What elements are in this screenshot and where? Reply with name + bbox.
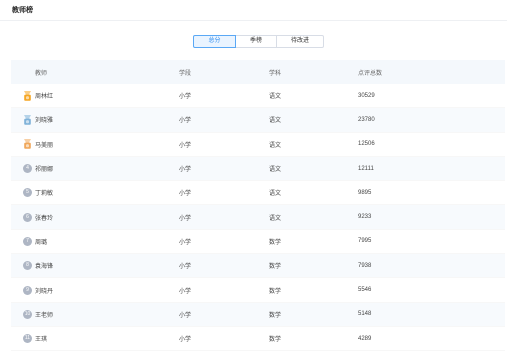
teacher-name: 周璐: [35, 239, 48, 246]
teacher-name: 王琪: [35, 337, 48, 344]
tab-total[interactable]: 总分: [193, 35, 236, 48]
cell-score: 4289: [358, 335, 372, 342]
table-row: 刘晓雅 小学 语文 23780: [11, 108, 505, 133]
column-header-subject: 学科: [269, 70, 282, 77]
table-header: 教师 学段 学科 点评总数: [11, 60, 505, 84]
cell-score: 5148: [358, 311, 372, 318]
teacher-name: 袁海锋: [35, 264, 54, 271]
cell-school: 小学: [179, 191, 192, 198]
cell-score: 12111: [358, 165, 374, 172]
page-title: 教师榜: [12, 7, 33, 14]
cell-school: 小学: [179, 264, 192, 271]
tab-group: 总分 季榜 待改进: [193, 35, 324, 48]
cell-score: 12506: [358, 141, 375, 148]
cell-score: 9895: [358, 189, 372, 196]
teacher-name: 张春玲: [35, 215, 54, 222]
teacher-name: 丁莉敏: [35, 191, 54, 198]
teacher-name: 周林红: [35, 94, 54, 101]
column-header-school: 学段: [179, 70, 192, 77]
column-header-score: 点评总数: [358, 70, 383, 77]
cell-subject: 数学: [269, 239, 282, 246]
table-row: 马美丽 小学 语文 12506: [11, 133, 505, 157]
cell-subject: 数学: [269, 337, 282, 344]
cell-subject: 数学: [269, 288, 282, 295]
cell-subject: 语文: [269, 142, 282, 149]
cell-school: 小学: [179, 142, 192, 149]
cell-subject: 数学: [269, 264, 282, 271]
cell-teacher: 8 袁海锋: [23, 254, 53, 277]
cell-score: 7938: [358, 262, 372, 269]
cell-school: 小学: [179, 337, 192, 344]
cell-subject: 语文: [269, 191, 282, 198]
cell-teacher: 刘晓雅: [23, 108, 53, 131]
bronze-medal-icon: [23, 139, 32, 150]
table-row: 4 祁丽娜 小学 语文 12111: [11, 156, 505, 182]
table-row: 10 王老师 小学 数学 5148: [11, 302, 505, 327]
teacher-name: 祁丽娜: [35, 167, 54, 174]
cell-subject: 语文: [269, 167, 282, 174]
gold-medal-icon: [23, 90, 32, 101]
cell-score: 5546: [358, 287, 372, 294]
cell-teacher: 11 王琪: [23, 327, 47, 350]
cell-score: 7995: [358, 238, 372, 245]
cell-teacher: 周林红: [23, 84, 53, 107]
table-row: 9 刘晓丹 小学 数学 5546: [11, 278, 505, 303]
table-row: 周林红 小学 语文 30529: [11, 84, 505, 109]
tab-season[interactable]: 季榜: [235, 35, 277, 48]
cell-school: 小学: [179, 288, 192, 295]
cell-school: 小学: [179, 239, 192, 246]
table-row: 5 丁莉敏 小学 语文 9895: [11, 181, 505, 206]
cell-teacher: 7 周璐: [23, 230, 47, 253]
cell-school: 小学: [179, 312, 192, 319]
cell-subject: 语文: [269, 118, 282, 125]
table-row: 8 袁海锋 小学 数学 7938: [11, 254, 505, 279]
teacher-name: 刘晓雅: [35, 118, 54, 125]
cell-teacher: 6 张春玲: [23, 205, 53, 228]
cell-school: 小学: [179, 167, 192, 174]
tab-to-improve[interactable]: 待改进: [276, 35, 324, 48]
teacher-name: 王老师: [35, 312, 54, 319]
cell-teacher: 5 丁莉敏: [23, 181, 53, 204]
page-header: 教师榜: [0, 0, 507, 21]
cell-school: 小学: [179, 94, 192, 101]
rank-badge: 10: [23, 309, 32, 319]
column-header-teacher: 教师: [35, 70, 48, 77]
cell-teacher: 马美丽: [23, 133, 53, 156]
table-row: 7 周璐 小学 数学 7995: [11, 230, 505, 255]
cell-teacher: 4 祁丽娜: [23, 157, 53, 180]
cell-teacher: 10 王老师: [23, 303, 53, 326]
rank-badge: 6: [23, 212, 32, 222]
teacher-name: 马美丽: [35, 142, 54, 149]
rank-badge: 9: [23, 285, 32, 295]
cell-school: 小学: [179, 118, 192, 125]
teacher-name: 刘晓丹: [35, 288, 54, 295]
table-row: 6 张春玲 小学 语文 9233: [11, 205, 505, 230]
table-row: 11 王琪 小学 数学 4289: [11, 327, 505, 352]
ranking-table: 教师 学段 学科 点评总数 周林红 小学 语文 30529 刘晓雅 小学 语文 23780 马美…: [11, 60, 505, 352]
cell-teacher: 9 刘晓丹: [23, 278, 53, 301]
cell-score: 23780: [358, 116, 375, 123]
rank-badge: 4: [23, 164, 32, 174]
table-body: 周林红 小学 语文 30529 刘晓雅 小学 语文 23780 马美丽 小学 语文 12506 4 祁丽娜…: [11, 84, 505, 352]
rank-badge: 7: [23, 236, 32, 246]
cell-score: 30529: [358, 92, 375, 99]
cell-score: 9233: [358, 214, 372, 221]
silver-medal-icon: [23, 114, 32, 125]
cell-subject: 数学: [269, 312, 282, 319]
rank-badge: 8: [23, 261, 32, 271]
cell-subject: 语文: [269, 94, 282, 101]
rank-badge: 5: [23, 188, 32, 198]
cell-subject: 语文: [269, 215, 282, 222]
cell-school: 小学: [179, 215, 192, 222]
rank-badge: 11: [23, 334, 32, 344]
